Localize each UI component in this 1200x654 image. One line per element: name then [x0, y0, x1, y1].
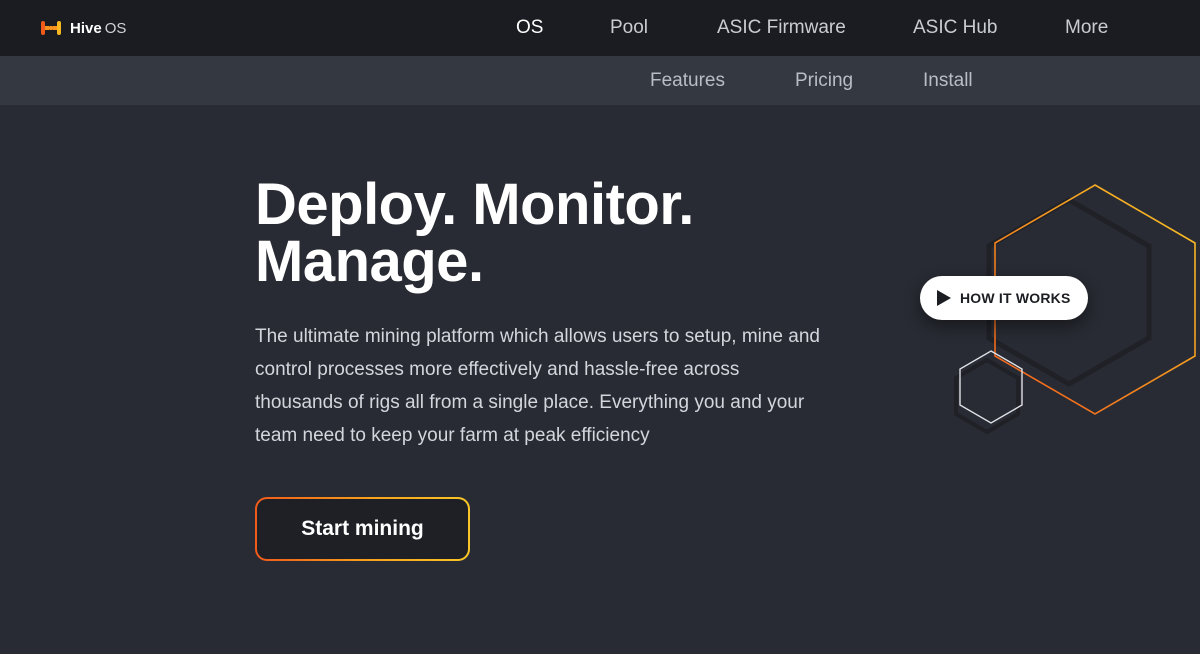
subnav-install[interactable]: Install: [923, 70, 973, 92]
nav-asic-firmware[interactable]: ASIC Firmware: [717, 17, 846, 39]
logo-text: Hive OS: [70, 20, 126, 37]
brand-suffix: OS: [104, 19, 127, 37]
hero-title-line-2: Manage.: [255, 229, 484, 294]
hive-logo-icon: [41, 17, 61, 39]
nav-pool[interactable]: Pool: [610, 17, 648, 39]
start-mining-button[interactable]: Start mining: [255, 497, 470, 561]
how-it-works-label: HOW IT WORKS: [960, 290, 1071, 306]
subnav-features[interactable]: Features: [650, 70, 725, 92]
hero-title: Deploy. Monitor. Manage.: [255, 172, 815, 294]
hero-title-line-1: Deploy. Monitor.: [255, 172, 694, 237]
start-mining-label: Start mining: [257, 499, 468, 559]
nav-asic-hub[interactable]: ASIC Hub: [913, 17, 997, 39]
hive-os-logo[interactable]: Hive OS: [40, 16, 126, 40]
brand-name: Hive: [70, 19, 102, 37]
nav-os[interactable]: OS: [516, 17, 543, 39]
nav-more[interactable]: More: [1065, 17, 1108, 39]
play-icon: [937, 290, 951, 306]
sub-navigation-bar: Features Pricing Install: [0, 56, 1200, 105]
hero-description: The ultimate mining platform which allow…: [255, 326, 820, 446]
how-it-works-button[interactable]: HOW IT WORKS: [920, 276, 1088, 320]
top-navigation-bar: Hive OS OS Pool ASIC Firmware ASIC Hub Mo…: [0, 0, 1200, 56]
subnav-pricing[interactable]: Pricing: [795, 70, 853, 92]
